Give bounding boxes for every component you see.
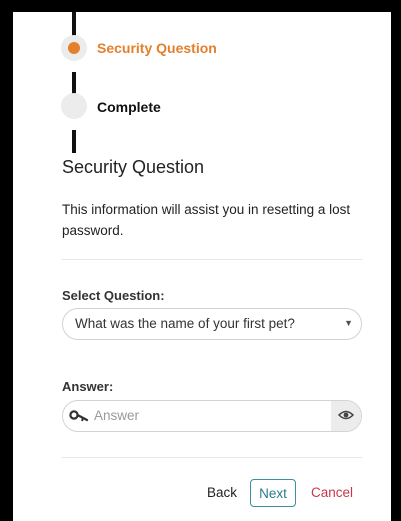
toggle-visibility-button[interactable] (331, 401, 361, 431)
step-indicator-active (61, 35, 87, 61)
answer-placeholder: Answer (94, 408, 140, 423)
question-select-value: What was the name of your first pet? (75, 316, 295, 331)
back-button[interactable]: Back (207, 485, 237, 500)
step-label-complete: Complete (97, 99, 161, 115)
answer-label: Answer: (62, 379, 114, 394)
key-icon (69, 408, 89, 427)
eye-icon (338, 410, 354, 420)
step-indicator-pending (61, 93, 87, 119)
security-question-panel: Security Question Complete Security Ques… (13, 12, 391, 521)
next-button[interactable]: Next (250, 479, 296, 507)
cancel-button[interactable]: Cancel (311, 485, 353, 500)
divider (62, 457, 362, 458)
divider (62, 259, 362, 260)
page-description: This information will assist you in rese… (62, 202, 351, 238)
stepper-rail (72, 130, 76, 153)
question-select[interactable]: What was the name of your first pet? ▼ (62, 308, 362, 340)
caret-down-icon: ▼ (344, 318, 353, 328)
question-label: Select Question: (62, 288, 165, 303)
page-title: Security Question (62, 157, 205, 177)
step-label-security-question: Security Question (97, 40, 217, 56)
answer-field[interactable]: Answer (62, 400, 362, 432)
